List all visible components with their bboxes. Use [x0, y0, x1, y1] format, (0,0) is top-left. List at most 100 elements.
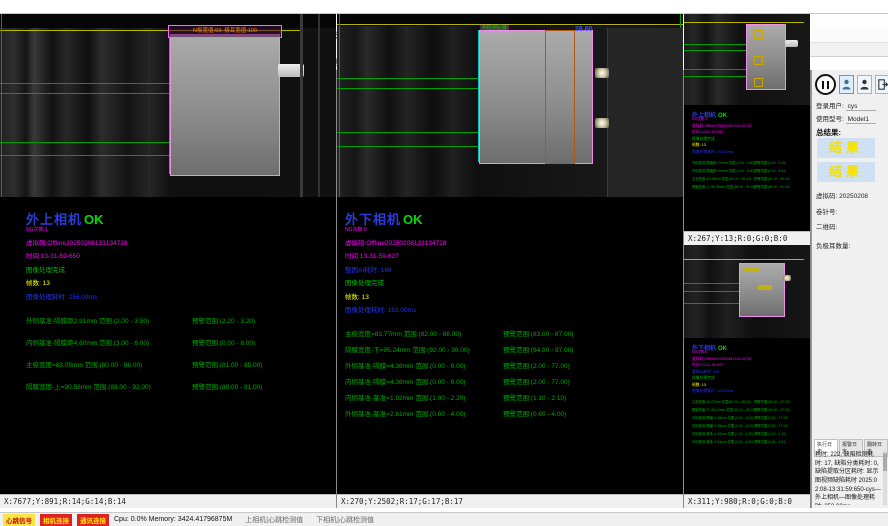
status-taskbar: 心跳信号 相机连接 通讯连接 Cpu: 0.0% Memory: 3424.41… — [0, 512, 888, 526]
machine-rail — [318, 14, 320, 197]
measurement-warn-range: 预警范围:(0.00 - 8.00) — [754, 168, 786, 173]
ai-region-label: AI检测区域 — [480, 24, 509, 33]
model-row: 使用型号: Model1 — [816, 113, 876, 124]
elapsed-text: 图像处理耗时: 183.00ms — [345, 304, 683, 314]
measurement-warn-range: 预警范围:(89.00 - 91.00) — [192, 381, 262, 391]
time-text: 时间:13-31-59-627 — [692, 363, 810, 368]
measurement-row: 隔膜宽度-下=95.24mm 范围:(92.00 - 98.00)预警范围:(9… — [692, 407, 810, 412]
measurement-warn-range: 预警范围:(2.20 - 3.20) — [192, 315, 255, 325]
model-label: 使用型号: — [816, 116, 844, 123]
measurement-row: 外侧基准-隔膜=4.38mm 范围:(0.00 - 9.00)预警范围:(2.0… — [345, 360, 683, 370]
measurement-value: 隔膜宽度-下=95.24mm 范围:(92.00 - 98.00) — [692, 407, 754, 412]
left-camera-image[interactable]: N极宽值:93, 极耳宽值:100 — [0, 14, 336, 197]
barcode-label: 虚拟码: — [816, 193, 837, 200]
measurement-row: 外侧基准-隔膜距2.91mm 范围:(2.00 - 3.50)预警范围:(2.2… — [26, 315, 336, 325]
app-window: CYS-视觉检测系统 系统配置相机配置通讯配置IO卡配置▼光源控制配置▼查看▼系… — [0, 13, 888, 522]
measurement-warn-range: 预警范围:(1.10 - 2.10) — [503, 392, 566, 402]
measure-value-blue: 28.60 — [575, 26, 593, 33]
control-button-row — [815, 74, 888, 95]
pin-label: 卷针号: — [816, 209, 837, 216]
mid-coordinate-bar: X:270;Y:2502;R:17;G:17;B:17 — [337, 494, 683, 508]
measurement-warn-range: 预警范围:(94.00 - 97.00) — [503, 344, 573, 354]
width-overlay-label: N极宽值:93, 极耳宽值:100 — [168, 25, 282, 38]
pause-button[interactable] — [815, 74, 836, 95]
elapsed-text: 图像处理耗时: 256.00ms — [692, 150, 810, 155]
result-ok-text: OK — [84, 212, 104, 227]
frame-count-text: 帧数: 13 — [345, 291, 683, 301]
elapsed-text: 图像处理耗时: 256.00ms — [26, 291, 336, 301]
column-separator — [336, 70, 337, 508]
measurement-row: 内侧基准-基准=1.92mm 范围:(1.00 - 2.20)预警范围:(1.1… — [345, 392, 683, 402]
left-camera-info: 外上相机OKNG次数:1虚拟码:Offline20250208133134728… — [0, 197, 336, 438]
frame-count-text: 帧数: 13 — [692, 143, 810, 148]
log-scrollbar[interactable] — [883, 451, 887, 505]
barcode-value: 20250208 — [839, 193, 868, 200]
ai-elapsed-text: 整图AI耗时: 166 — [692, 370, 810, 375]
user-login-button[interactable] — [839, 75, 854, 94]
measurement-warn-range: 预警范围:(89.00 - 91.00) — [754, 184, 790, 189]
baseline-yellow — [337, 24, 683, 25]
measurement-warn-range: 预警范围:(83.00 - 87.00) — [503, 328, 573, 338]
user-icon — [842, 79, 851, 90]
thumbnail-2-coordinate-bar: X:311;Y:980;R:0;G:0;B:0 — [684, 494, 810, 508]
result-ok-text: OK — [718, 346, 727, 352]
measurement-row: 隔膜宽度-下=95.24mm 范围:(92.00 - 98.00)预警范围:(9… — [345, 344, 683, 354]
column-separator — [810, 70, 811, 508]
time-text: 时间:13-31-59-627 — [345, 250, 683, 260]
baseline-yellow — [684, 259, 804, 260]
measurement-value: 外侧基准-隔膜=4.38mm 范围:(0.00 - 9.00) — [345, 360, 503, 370]
measurement-row: 主极宽度=83.05mm 范围:(80.00 - 86.00)预警范围:(81.… — [26, 359, 336, 369]
defect-mark — [754, 56, 763, 65]
user-dark-button[interactable] — [857, 75, 872, 94]
edge-green-line — [339, 14, 340, 197]
scrollbar-knob[interactable] — [883, 453, 887, 471]
side-panel: 登录用户: cys 使用型号: Model1 总结果: 结果 结果 虚拟码: 2… — [811, 70, 888, 508]
measurement-warn-range: 预警范围:(2.00 - 77.00) — [754, 423, 788, 428]
edge-cyan-line — [478, 30, 479, 162]
barcode-text: 虚拟码:Offline20250208133134728 — [345, 237, 683, 247]
login-user-value[interactable]: cys — [846, 103, 876, 111]
thumbnail-2-info: 外下相机OKNG次数:0虚拟码:Offline20250208133134728… — [684, 338, 810, 480]
measurement-value: 外侧基准-隔膜距2.91mm 范围:(2.00 - 3.50) — [692, 160, 754, 165]
tab-count-row: 负极耳数量: — [816, 240, 850, 250]
measurement-row: 内侧基准-隔膜距4.60mm 范围:(3.00 - 6.00)预警范围:(0.0… — [692, 168, 810, 173]
result-ok-text: OK — [403, 212, 423, 227]
process-status-text: 图像处理完成 — [345, 277, 683, 287]
defect-mark — [754, 30, 763, 39]
total-result-label: 总结果: — [816, 127, 841, 138]
column-separator — [683, 70, 684, 508]
measurement-value: 隔膜宽度-上=90.56mm 范围:(88.00 - 92.00) — [26, 381, 192, 391]
model-value[interactable]: Model1 — [846, 116, 876, 124]
measurement-value: 外侧基准-基准=2.61mm 范围:(0.60 - 4.00) — [345, 408, 503, 418]
measurement-value: 隔膜宽度-下=95.24mm 范围:(92.00 - 98.00) — [345, 344, 503, 354]
top-camera-heartbeat: 上相机|心跳检测值 — [245, 515, 303, 525]
machine-body — [607, 28, 683, 197]
camera-name: 外上相机 — [26, 212, 82, 227]
defect-mark — [744, 267, 760, 272]
measurement-warn-range: 预警范围:(83.00 - 87.00) — [754, 399, 790, 404]
measurement-row: 隔膜宽度-上=90.56mm 范围:(88.00 - 92.00)预警范围:(8… — [26, 381, 336, 391]
measurement-row: 外侧基准-基准=2.61mm 范围:(0.60 - 4.00)预警范围:(0.6… — [345, 408, 683, 418]
comm-link-badge: 通讯连接 — [77, 514, 109, 526]
thumbnail-1-image[interactable] — [684, 14, 810, 105]
measurement-value: 主极宽度=83.05mm 范围:(80.00 - 86.00) — [692, 176, 754, 181]
mid-camera-info: 外下相机OKNG次数:0虚拟码:Offline20250208133134728… — [337, 197, 683, 438]
measurement-list: 外侧基准-隔膜距2.91mm 范围:(2.00 - 3.50)预警范围:(2.2… — [26, 315, 336, 391]
measurement-row: 外侧基准-隔膜距2.91mm 范围:(2.00 - 3.50)预警范围:(2.2… — [692, 160, 810, 165]
measurement-value: 内侧基准-隔膜=4.38mm 范围:(0.00 - 9.00) — [345, 376, 503, 386]
tab-connector — [785, 40, 798, 47]
electrode-block — [170, 34, 280, 176]
measurement-warn-range: 预警范围:(81.00 - 85.00) — [754, 176, 790, 181]
mid-camera-image[interactable]: AI检测区域 28.60 — [337, 14, 683, 197]
electrode-block — [479, 30, 593, 164]
measurement-value: 主极宽度=83.77mm 范围:(82.00 - 88.00) — [345, 328, 503, 338]
exit-button[interactable] — [875, 75, 888, 94]
measurement-row: 内侧基准-隔膜=4.38mm 范围:(0.00 - 9.00)预警范围:(2.0… — [345, 376, 683, 386]
measurement-value: 外侧基准-隔膜=4.38mm 范围:(0.00 - 9.00) — [692, 415, 754, 420]
thumbnail-2-image[interactable] — [684, 245, 810, 338]
measurement-list: 主极宽度=83.77mm 范围:(82.00 - 88.00)预警范围:(83.… — [345, 328, 683, 418]
result-badge-1: 结果 — [817, 138, 875, 158]
elapsed-text: 图像处理耗时: 183.00ms — [692, 389, 810, 394]
led-highlight — [783, 275, 791, 281]
measurement-warn-range: 预警范围:(2.00 - 77.00) — [503, 376, 570, 386]
